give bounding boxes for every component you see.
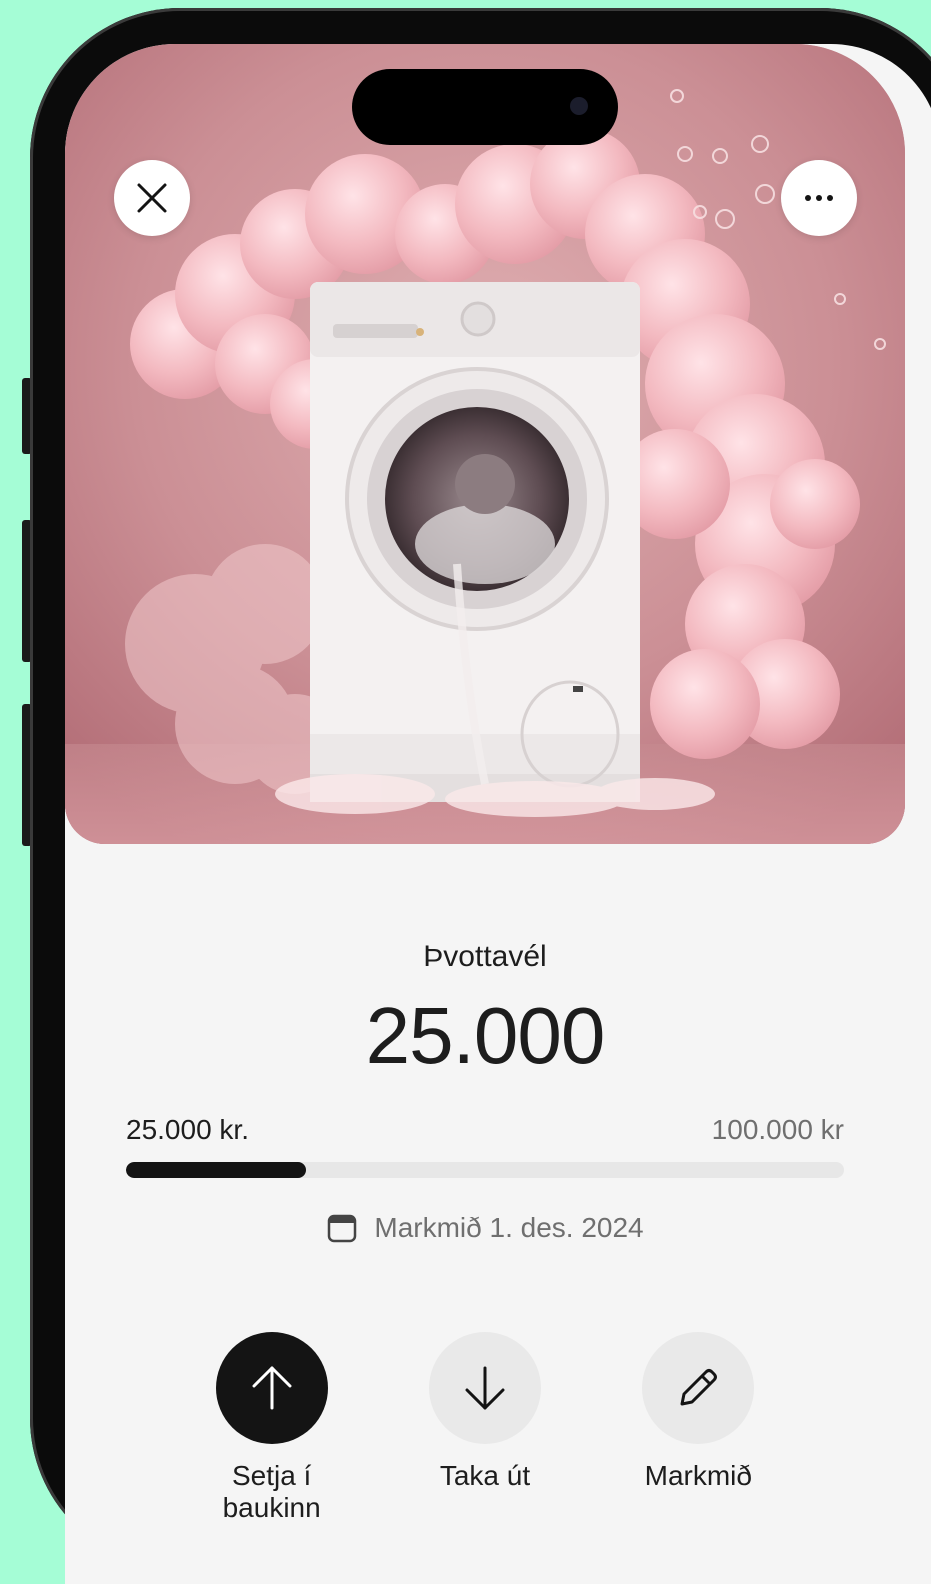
- edit-goal-button[interactable]: [642, 1332, 755, 1444]
- close-button[interactable]: [114, 160, 190, 236]
- dynamic-island: [352, 69, 618, 145]
- goal-name: Þvottavél: [423, 940, 547, 973]
- withdraw-action[interactable]: Taka út: [378, 1332, 591, 1524]
- more-options-button[interactable]: [781, 160, 857, 236]
- calendar-icon: [328, 1214, 357, 1243]
- edit-goal-label: Markmið: [644, 1460, 752, 1491]
- saved-amount: 25.000 kr.: [126, 1114, 249, 1145]
- screen: Þvottavél 25.000 25.000 kr. 100.000 kr M…: [65, 44, 931, 1584]
- edit-goal-action[interactable]: Markmið: [592, 1332, 805, 1524]
- action-buttons: Setja í baukinn Taka út Markmið: [165, 1332, 805, 1524]
- target-amount: 100.000 kr: [711, 1114, 844, 1145]
- goal-date-text: Markmið 1. des. 2024: [374, 1212, 644, 1243]
- goal-hero-image: [65, 44, 905, 844]
- withdraw-button[interactable]: [428, 1332, 541, 1444]
- progress-bar-fill: [126, 1162, 306, 1178]
- progress-labels: 25.000 kr. 100.000 kr: [126, 1114, 844, 1146]
- washing-machine-illustration: [65, 44, 905, 844]
- deposit-label: Setja í baukinn: [222, 1460, 321, 1523]
- arrow-down-icon: [465, 1366, 505, 1410]
- arrow-up-icon: [252, 1366, 292, 1410]
- pencil-icon: [680, 1369, 718, 1406]
- more-icon: [805, 195, 833, 201]
- withdraw-label: Taka út: [439, 1460, 531, 1491]
- goal-amount: 25.000: [365, 991, 606, 1080]
- close-icon: [137, 183, 167, 213]
- goal-date: Markmið 1. des. 2024: [65, 1212, 905, 1244]
- deposit-action[interactable]: Setja í baukinn: [165, 1332, 378, 1524]
- camera-lens: [570, 97, 588, 115]
- progress-bar: [126, 1162, 844, 1178]
- deposit-button[interactable]: [215, 1332, 328, 1444]
